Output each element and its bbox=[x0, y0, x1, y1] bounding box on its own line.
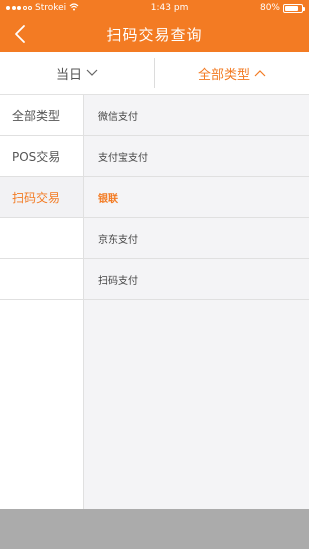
sub-option-label: 支付宝支付 bbox=[98, 152, 148, 164]
status-time: 1:43 pm bbox=[150, 3, 189, 13]
category-item[interactable]: 全部类型 bbox=[0, 95, 83, 136]
battery-percent: 80% bbox=[259, 3, 280, 13]
type-filter-label: 全部类型 bbox=[197, 67, 250, 83]
category-label: POS交易 bbox=[12, 149, 61, 164]
sub-option-list: 微信支付 支付宝支付 银联 京东支付 扫码支付 bbox=[84, 95, 309, 509]
sub-option-label: 银联 bbox=[98, 193, 118, 205]
category-label: 全部类型 bbox=[12, 108, 61, 123]
sub-option-item[interactable]: 支付宝支付 bbox=[84, 136, 309, 177]
sub-option-label: 扫码支付 bbox=[98, 275, 138, 287]
filter-bar: 当日 全部类型 bbox=[0, 52, 309, 95]
wifi-icon bbox=[69, 3, 79, 13]
battery-fill bbox=[284, 5, 298, 11]
sub-option-item[interactable]: 扫码支付 bbox=[84, 259, 309, 300]
date-filter[interactable]: 当日 bbox=[0, 52, 154, 94]
sub-option-label: 微信支付 bbox=[98, 111, 138, 123]
category-label: 扫码交易 bbox=[12, 190, 61, 205]
category-list: 全部类型 POS交易 扫码交易 bbox=[0, 95, 84, 509]
nav-bar: 扫码交易查询 bbox=[0, 16, 309, 52]
dim-overlay[interactable] bbox=[0, 509, 309, 549]
sub-option-item[interactable]: 银联 bbox=[84, 177, 309, 218]
page-title: 扫码交易查询 bbox=[106, 25, 203, 44]
status-left: Strokei bbox=[6, 3, 79, 13]
category-empty-row bbox=[0, 218, 83, 259]
filter-panel: 全部类型 POS交易 扫码交易 微信支付 支付宝支付 银联 京东支付 扫码支付 bbox=[0, 95, 309, 509]
date-filter-label: 当日 bbox=[55, 67, 82, 83]
category-item[interactable]: POS交易 bbox=[0, 136, 83, 177]
sub-option-label: 京东支付 bbox=[98, 234, 138, 246]
sub-option-item[interactable]: 京东支付 bbox=[84, 218, 309, 259]
chevron-left-icon bbox=[15, 25, 25, 43]
sub-option-item[interactable]: 微信支付 bbox=[84, 95, 309, 136]
chevron-down-icon bbox=[86, 69, 98, 76]
back-button[interactable] bbox=[8, 22, 32, 46]
carrier-name: Strokei bbox=[35, 3, 67, 13]
category-item[interactable]: 扫码交易 bbox=[0, 177, 83, 218]
status-right: 80% bbox=[259, 3, 305, 13]
signal-icon bbox=[6, 6, 32, 10]
category-empty-row bbox=[0, 259, 83, 300]
battery-icon bbox=[282, 3, 305, 13]
chevron-up-icon bbox=[254, 70, 266, 77]
status-bar: Strokei 1:43 pm 80% bbox=[0, 0, 309, 16]
type-filter[interactable]: 全部类型 bbox=[155, 52, 309, 94]
